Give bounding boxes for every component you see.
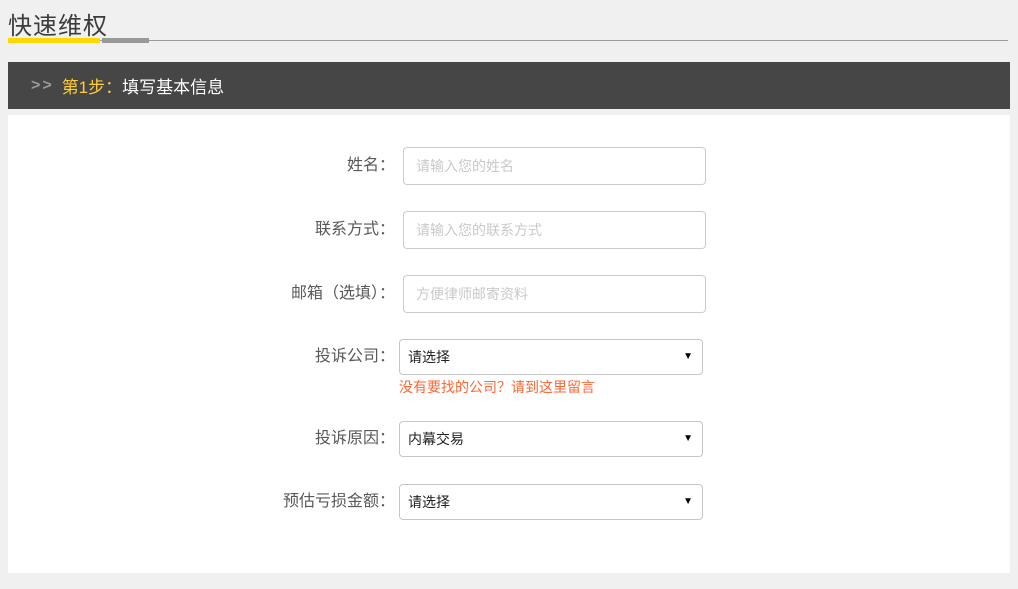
step-banner: >> 第1步： 填写基本信息 bbox=[8, 62, 1010, 109]
form-row-company: 投诉公司： 请选择 ▼ 没有要找的公司？请到这里留言 bbox=[8, 339, 1010, 395]
form-row-reason: 投诉原因： 内幕交易 ▼ bbox=[8, 421, 1010, 457]
loss-amount-label: 预估亏损金额： bbox=[8, 484, 395, 520]
step-number-label: 第1步： bbox=[62, 73, 122, 98]
step-title: 填写基本信息 bbox=[122, 73, 224, 98]
company-label: 投诉公司： bbox=[8, 339, 395, 375]
quick-rights-page: 快速维权 >> 第1步： 填写基本信息 姓名： 联系方式： 邮箱（选填）： 投诉… bbox=[0, 0, 1018, 589]
email-label: 邮箱（选填）： bbox=[8, 275, 395, 313]
company-not-found-link[interactable]: 没有要找的公司？请到这里留言 bbox=[399, 379, 703, 395]
form-row-email: 邮箱（选填）： bbox=[8, 275, 1010, 313]
loss-amount-select[interactable]: 请选择 bbox=[399, 484, 703, 520]
form-row-contact: 联系方式： bbox=[8, 211, 1010, 249]
reason-select[interactable]: 内幕交易 bbox=[399, 421, 703, 457]
title-underline-gray bbox=[102, 38, 149, 43]
name-label: 姓名： bbox=[8, 147, 395, 185]
reason-label: 投诉原因： bbox=[8, 421, 395, 457]
company-select[interactable]: 请选择 bbox=[399, 339, 703, 375]
page-title: 快速维权 bbox=[8, 6, 108, 41]
form-row-name: 姓名： bbox=[8, 147, 1010, 185]
email-input[interactable] bbox=[403, 275, 706, 313]
double-chevron-icon: >> bbox=[31, 77, 54, 95]
form-row-loss-amount: 预估亏损金额： 请选择 ▼ bbox=[8, 484, 1010, 520]
contact-label: 联系方式： bbox=[8, 211, 395, 249]
contact-input[interactable] bbox=[403, 211, 706, 249]
form-panel: 姓名： 联系方式： 邮箱（选填）： 投诉公司： 请选择 ▼ 没有要找的公司？请到… bbox=[8, 115, 1010, 573]
name-input[interactable] bbox=[403, 147, 706, 185]
title-underline-yellow bbox=[8, 38, 100, 43]
title-divider-line bbox=[8, 40, 1008, 41]
